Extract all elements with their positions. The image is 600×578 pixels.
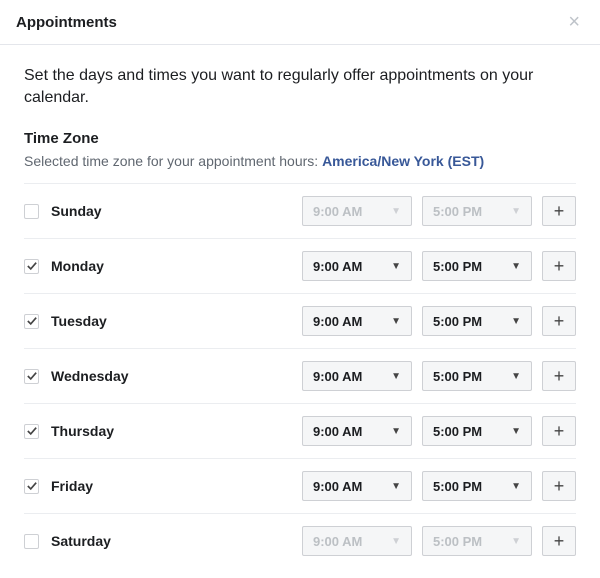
time-group: 9:00 AM ▼ 5:00 PM ▼ + <box>302 196 576 226</box>
chevron-down-icon: ▼ <box>391 316 401 327</box>
end-time-select[interactable]: 5:00 PM ▼ <box>422 416 532 446</box>
day-checkbox[interactable] <box>24 534 39 549</box>
day-checkbox[interactable] <box>24 369 39 384</box>
dialog-content: Set the days and times you want to regul… <box>0 45 600 578</box>
timezone-link[interactable]: America/New York (EST) <box>322 153 484 169</box>
time-group: 9:00 AM ▼ 5:00 PM ▼ + <box>302 361 576 391</box>
day-label: Wednesday <box>51 368 302 384</box>
day-label: Thursday <box>51 423 302 439</box>
end-time-value: 5:00 PM <box>433 314 482 329</box>
dialog-title: Appointments <box>16 14 117 31</box>
start-time-select[interactable]: 9:00 AM ▼ <box>302 306 412 336</box>
chevron-down-icon: ▼ <box>391 371 401 382</box>
day-checkbox[interactable] <box>24 314 39 329</box>
end-time-value: 5:00 PM <box>433 479 482 494</box>
plus-icon: + <box>554 531 565 552</box>
chevron-down-icon: ▼ <box>391 426 401 437</box>
add-time-button[interactable]: + <box>542 251 576 281</box>
start-time-value: 9:00 AM <box>313 314 362 329</box>
dialog-header: Appointments × <box>0 0 600 45</box>
day-row: Tuesday 9:00 AM ▼ 5:00 PM ▼ + <box>24 293 576 348</box>
end-time-select[interactable]: 5:00 PM ▼ <box>422 306 532 336</box>
chevron-down-icon: ▼ <box>511 261 521 272</box>
timezone-section-title: Time Zone <box>24 130 576 147</box>
add-time-button[interactable]: + <box>542 416 576 446</box>
close-icon: × <box>568 11 580 33</box>
day-row: Sunday 9:00 AM ▼ 5:00 PM ▼ + <box>24 183 576 238</box>
days-list: Sunday9:00 AM▼5:00 PM▼+Monday9:00 AM▼5:0… <box>24 183 576 568</box>
day-row: Monday 9:00 AM ▼ 5:00 PM ▼ + <box>24 238 576 293</box>
add-time-button[interactable]: + <box>542 361 576 391</box>
time-group: 9:00 AM ▼ 5:00 PM ▼ + <box>302 306 576 336</box>
day-row: Wednesday 9:00 AM ▼ 5:00 PM ▼ + <box>24 348 576 403</box>
day-label: Monday <box>51 258 302 274</box>
end-time-select[interactable]: 5:00 PM ▼ <box>422 471 532 501</box>
time-group: 9:00 AM ▼ 5:00 PM ▼ + <box>302 526 576 556</box>
end-time-value: 5:00 PM <box>433 369 482 384</box>
chevron-down-icon: ▼ <box>511 371 521 382</box>
chevron-down-icon: ▼ <box>391 261 401 272</box>
day-label: Friday <box>51 478 302 494</box>
chevron-down-icon: ▼ <box>511 481 521 492</box>
start-time-select: 9:00 AM ▼ <box>302 196 412 226</box>
time-group: 9:00 AM ▼ 5:00 PM ▼ + <box>302 251 576 281</box>
plus-icon: + <box>554 201 565 222</box>
start-time-select[interactable]: 9:00 AM ▼ <box>302 361 412 391</box>
day-row: Friday 9:00 AM ▼ 5:00 PM ▼ + <box>24 458 576 513</box>
plus-icon: + <box>554 366 565 387</box>
end-time-select: 5:00 PM ▼ <box>422 526 532 556</box>
day-row: Thursday 9:00 AM ▼ 5:00 PM ▼ + <box>24 403 576 458</box>
chevron-down-icon: ▼ <box>511 426 521 437</box>
plus-icon: + <box>554 476 565 497</box>
end-time-select[interactable]: 5:00 PM ▼ <box>422 251 532 281</box>
add-time-button[interactable]: + <box>542 196 576 226</box>
plus-icon: + <box>554 421 565 442</box>
time-group: 9:00 AM ▼ 5:00 PM ▼ + <box>302 471 576 501</box>
end-time-value: 5:00 PM <box>433 259 482 274</box>
chevron-down-icon: ▼ <box>391 481 401 492</box>
day-label: Tuesday <box>51 313 302 329</box>
time-group: 9:00 AM ▼ 5:00 PM ▼ + <box>302 416 576 446</box>
day-label: Sunday <box>51 203 302 219</box>
start-time-value: 9:00 AM <box>313 479 362 494</box>
close-button[interactable]: × <box>564 12 584 32</box>
end-time-select[interactable]: 5:00 PM ▼ <box>422 361 532 391</box>
add-time-button[interactable]: + <box>542 526 576 556</box>
chevron-down-icon: ▼ <box>511 206 521 217</box>
day-checkbox[interactable] <box>24 204 39 219</box>
start-time-value: 9:00 AM <box>313 369 362 384</box>
start-time-value: 9:00 AM <box>313 534 362 549</box>
end-time-value: 5:00 PM <box>433 534 482 549</box>
plus-icon: + <box>554 311 565 332</box>
add-time-button[interactable]: + <box>542 306 576 336</box>
day-row: Saturday 9:00 AM ▼ 5:00 PM ▼ + <box>24 513 576 568</box>
start-time-value: 9:00 AM <box>313 259 362 274</box>
chevron-down-icon: ▼ <box>511 536 521 547</box>
timezone-line: Selected time zone for your appointment … <box>24 153 576 169</box>
start-time-select[interactable]: 9:00 AM ▼ <box>302 416 412 446</box>
chevron-down-icon: ▼ <box>391 206 401 217</box>
chevron-down-icon: ▼ <box>511 316 521 327</box>
chevron-down-icon: ▼ <box>391 536 401 547</box>
plus-icon: + <box>554 256 565 277</box>
day-label: Saturday <box>51 533 302 549</box>
day-checkbox[interactable] <box>24 479 39 494</box>
end-time-select: 5:00 PM ▼ <box>422 196 532 226</box>
start-time-select: 9:00 AM ▼ <box>302 526 412 556</box>
description-text: Set the days and times you want to regul… <box>24 65 576 108</box>
start-time-value: 9:00 AM <box>313 424 362 439</box>
timezone-prefix: Selected time zone for your appointment … <box>24 153 322 169</box>
end-time-value: 5:00 PM <box>433 424 482 439</box>
start-time-value: 9:00 AM <box>313 204 362 219</box>
day-checkbox[interactable] <box>24 424 39 439</box>
end-time-value: 5:00 PM <box>433 204 482 219</box>
start-time-select[interactable]: 9:00 AM ▼ <box>302 251 412 281</box>
add-time-button[interactable]: + <box>542 471 576 501</box>
day-checkbox[interactable] <box>24 259 39 274</box>
start-time-select[interactable]: 9:00 AM ▼ <box>302 471 412 501</box>
